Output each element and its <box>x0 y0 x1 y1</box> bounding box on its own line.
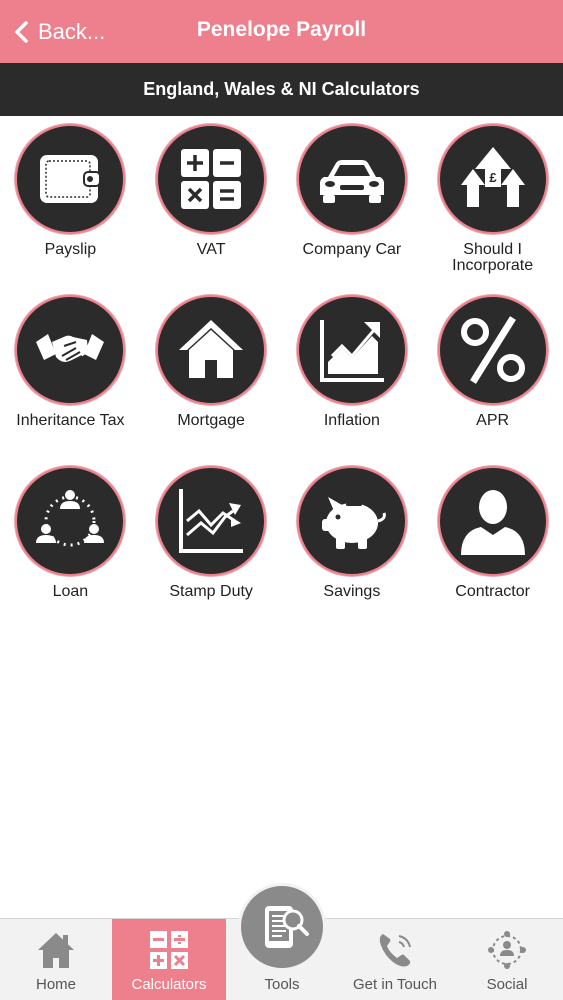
rising-chart-icon <box>319 320 384 382</box>
calculator-apr[interactable]: APR <box>422 295 563 466</box>
home-icon <box>38 933 74 968</box>
tab-get-in-touch[interactable]: Get in Touch <box>339 919 451 1000</box>
inflation-icon-circle <box>296 295 407 405</box>
tab-label: Get in Touch <box>353 976 437 993</box>
vat-icon-circle <box>156 124 267 234</box>
calculator-label: Stamp Duty <box>169 583 253 600</box>
tab-social[interactable]: Social <box>451 919 563 1000</box>
calculator-icon <box>150 931 188 969</box>
loan-icon-circle <box>15 466 126 576</box>
calculator-loan[interactable]: Loan <box>0 466 141 637</box>
calculator-label: APR <box>476 412 510 429</box>
savings-icon-circle <box>296 466 407 576</box>
mortgage-icon-circle <box>156 295 267 405</box>
tab-label: Home <box>35 976 76 993</box>
calculator-stamp-duty[interactable]: Stamp Duty <box>141 466 282 637</box>
section-header: England, Wales & NI Calculators <box>0 63 563 116</box>
pound-growth-arrows-icon: £ <box>460 147 525 207</box>
calculator-inheritance-tax[interactable]: Inheritance Tax <box>0 295 141 466</box>
tab-label: Social <box>486 976 528 993</box>
calculator-vat[interactable]: VAT <box>141 124 282 295</box>
calculator-contractor[interactable]: Contractor <box>422 466 563 637</box>
calculator-should-i-incorporate[interactable]: £ Should I Incorporate <box>422 124 563 295</box>
network-icon <box>488 931 526 969</box>
tab-tools[interactable] <box>238 883 326 971</box>
calculator-label: Loan <box>52 583 89 600</box>
zigzag-chart-icon <box>179 489 244 553</box>
calculator-label: Savings <box>323 583 381 600</box>
inheritance-tax-icon-circle <box>15 295 126 405</box>
people-cycle-icon <box>36 490 105 547</box>
calculator-company-car[interactable]: Company Car <box>282 124 423 295</box>
phone-icon <box>379 934 411 967</box>
calculator-label: Inheritance Tax <box>16 412 125 429</box>
calculator-label: Should I Incorporate <box>452 241 534 274</box>
piggy-bank-icon <box>321 497 386 549</box>
app-screen: Back... Penelope Payroll England, Wales … <box>0 0 563 1000</box>
calculator-label: Payslip <box>44 241 97 258</box>
tab-home[interactable]: Home <box>0 919 112 1000</box>
stamp-duty-icon-circle <box>156 466 267 576</box>
contractor-icon-circle <box>437 466 548 576</box>
svg-text:£: £ <box>489 170 497 185</box>
calculator-grid: Payslip VAT Company Car £ Should I Incor… <box>0 124 563 637</box>
section-title: England, Wales & NI Calculators <box>143 79 420 99</box>
tab-calculators[interactable]: Calculators <box>112 919 226 1000</box>
calculator-label: Inflation <box>323 412 380 429</box>
app-title: Penelope Payroll <box>196 18 367 41</box>
person-silhouette-icon <box>460 490 525 555</box>
calculator-label: Contractor <box>455 583 530 600</box>
calculator-mortgage[interactable]: Mortgage <box>141 295 282 466</box>
payslip-icon-circle <box>15 124 126 234</box>
wallet-icon <box>40 155 102 203</box>
calculator-label: Mortgage <box>177 412 245 429</box>
tab-label: Tools <box>264 976 300 993</box>
apr-icon-circle <box>437 295 548 405</box>
handshake-icon <box>36 334 105 363</box>
percent-icon <box>460 316 525 384</box>
tab-label: Calculators <box>131 976 207 993</box>
top-navigation-bar: Back... Penelope Payroll <box>0 0 563 63</box>
calculator-payslip[interactable]: Payslip <box>0 124 141 295</box>
calculator-label: Company Car <box>302 241 402 258</box>
house-icon <box>179 320 244 378</box>
document-search-icon <box>265 906 309 948</box>
calculator-icon <box>181 149 242 209</box>
calculator-inflation[interactable]: Inflation <box>282 295 423 466</box>
calculator-savings[interactable]: Savings <box>282 466 423 637</box>
company-car-icon-circle <box>296 124 407 234</box>
car-icon <box>319 160 384 203</box>
incorporate-icon-circle: £ <box>437 124 548 234</box>
calculator-label: VAT <box>196 241 226 258</box>
